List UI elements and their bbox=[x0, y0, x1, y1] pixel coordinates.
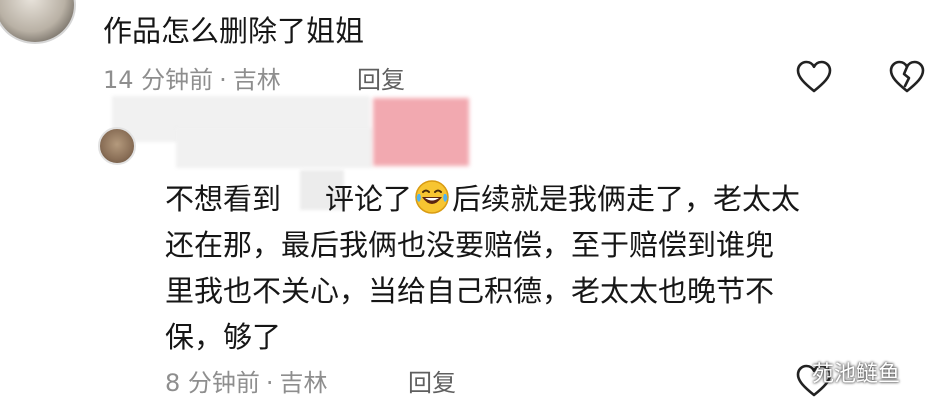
redacted-badge bbox=[373, 98, 469, 166]
reply-button[interactable]: 回复 bbox=[408, 366, 456, 400]
redacted-username-lower bbox=[176, 128, 372, 168]
comment-meta: 14 分钟前 · 吉林 bbox=[103, 63, 281, 97]
comment-thread: 作品怎么删除了姐姐 14 分钟前 · 吉林 回复 不想看到 评论了 后续就是我俩… bbox=[0, 0, 942, 408]
comment-line: 保，够了 bbox=[165, 320, 282, 354]
comment-meta: 8 分钟前 · 吉林 bbox=[165, 366, 328, 400]
comment-line: 不想看到 评论了 后续就是我俩走了，老太太 bbox=[165, 176, 925, 222]
comment-text: 不想看到 评论了 后续就是我俩走了，老太太 还在那，最后我俩也没要赔偿，至于赔偿到… bbox=[165, 176, 925, 360]
laughing-with-tears-emoji bbox=[414, 179, 450, 215]
meta-separator: · bbox=[219, 66, 227, 94]
meta-separator: · bbox=[265, 369, 274, 397]
comment-line-part: 评论了 bbox=[325, 182, 413, 216]
comment-time: 14 分钟前 bbox=[103, 66, 214, 94]
avatar[interactable] bbox=[98, 127, 136, 165]
watermark: 苑池鲢鱼 bbox=[812, 362, 901, 387]
comment-time: 8 分钟前 bbox=[165, 369, 260, 397]
comment-location: 吉林 bbox=[232, 66, 281, 94]
comment-location: 吉林 bbox=[279, 369, 328, 397]
comment-line: 里我也不关心，当给自己积德，老太太也晚节不 bbox=[165, 274, 775, 308]
comment-line-part: 后续就是我俩走了，老太太 bbox=[452, 182, 801, 216]
broken-heart-icon[interactable] bbox=[889, 60, 925, 94]
comment-line-part: 不想看到 bbox=[165, 182, 282, 216]
comment-text: 作品怎么删除了姐姐 bbox=[103, 14, 365, 48]
reply-button[interactable]: 回复 bbox=[357, 63, 405, 97]
heart-outline-icon[interactable] bbox=[796, 60, 832, 94]
comment-line: 还在那，最后我俩也没要赔偿，至于赔偿到谁兜 bbox=[165, 228, 775, 262]
avatar[interactable] bbox=[0, 0, 76, 44]
